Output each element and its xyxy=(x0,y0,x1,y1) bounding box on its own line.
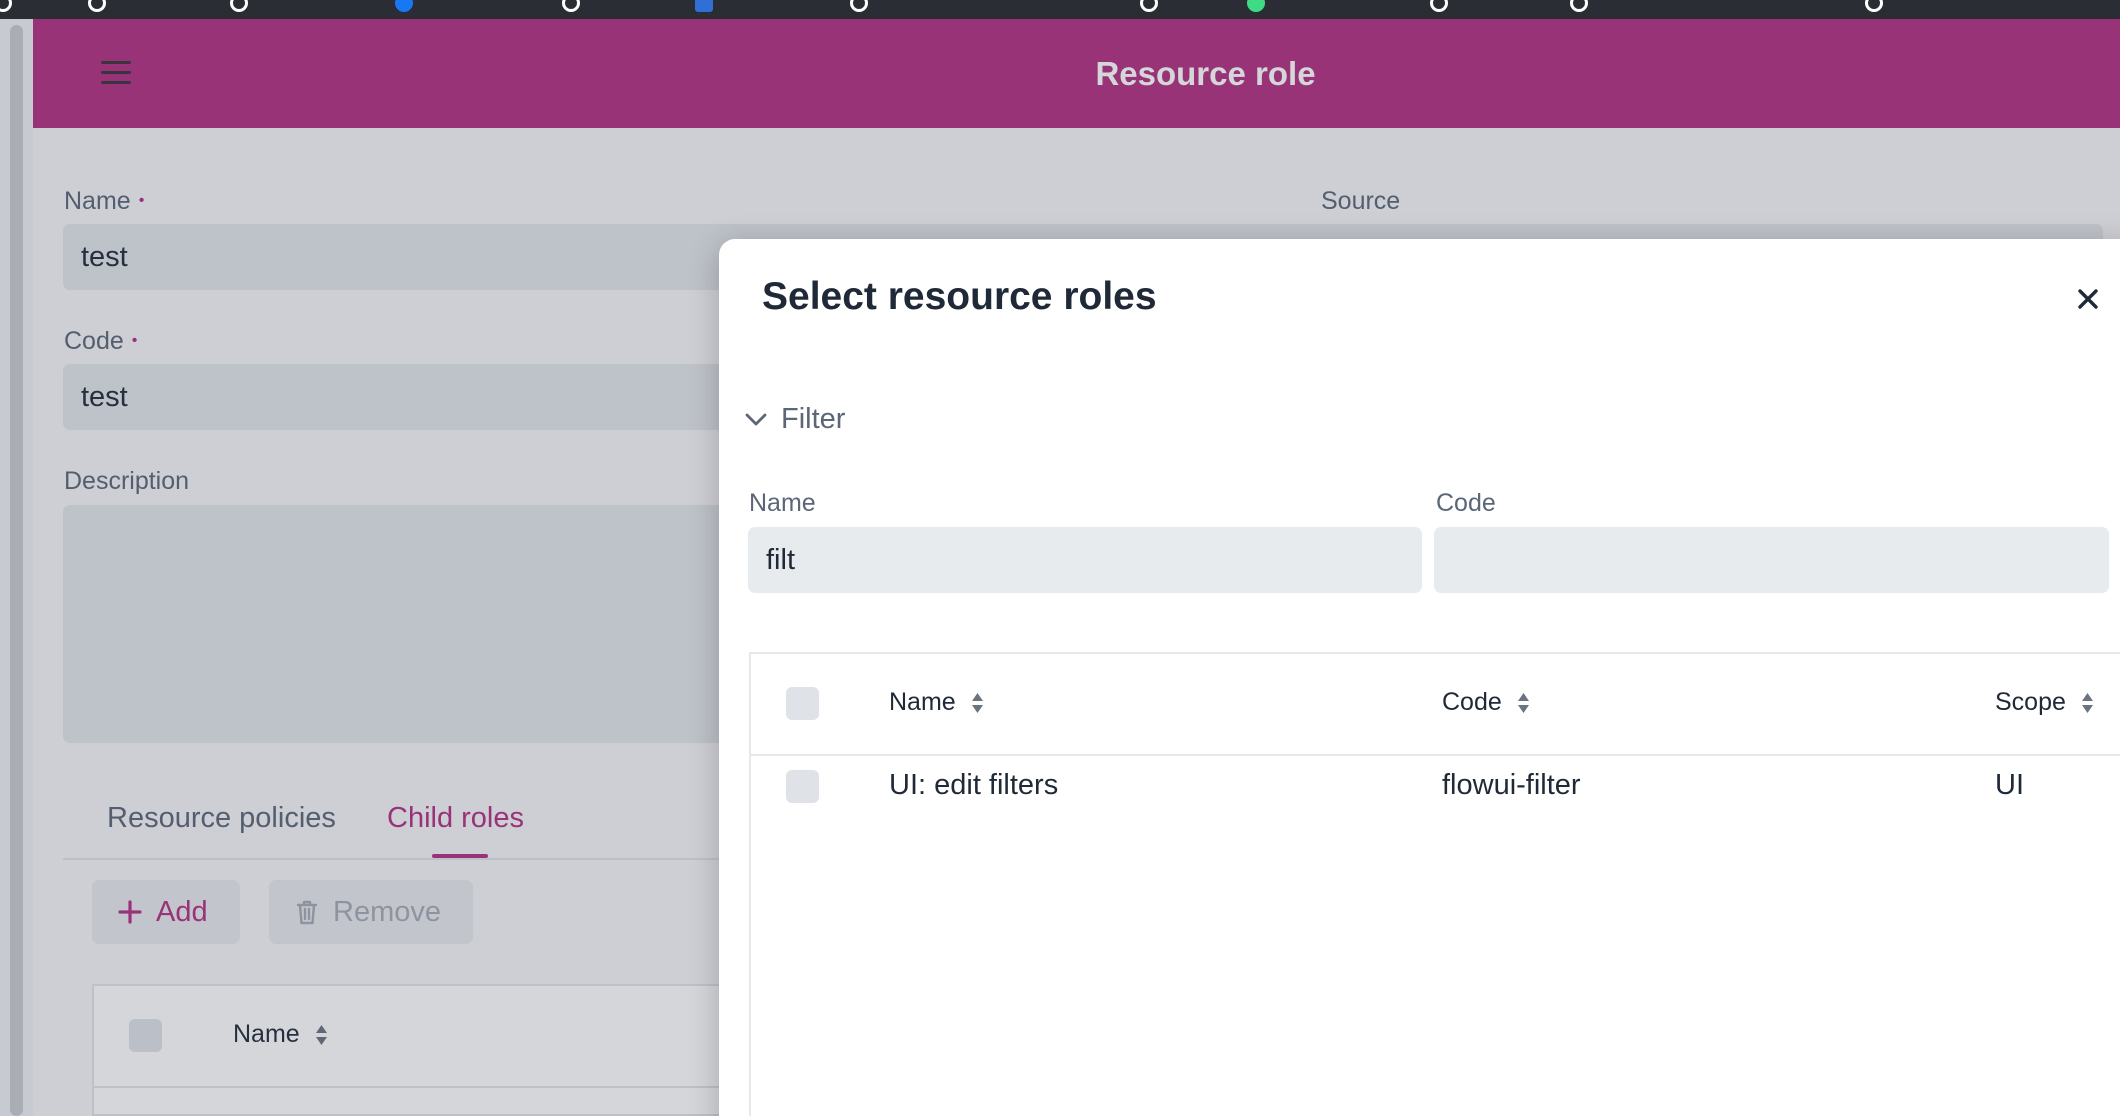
bookmark-icon[interactable] xyxy=(562,0,580,12)
sort-icon[interactable] xyxy=(971,692,984,714)
column-header-scope[interactable]: Scope xyxy=(1995,688,2094,717)
bookmark-icon[interactable] xyxy=(1140,0,1158,12)
filter-code-label: Code xyxy=(1436,489,1496,517)
browser-scrollbar[interactable] xyxy=(0,19,33,1116)
select-resource-roles-dialog: Select resource roles Filter Name filt C… xyxy=(719,239,2120,1116)
filter-label: Filter xyxy=(781,403,846,435)
chevron-down-icon xyxy=(745,413,767,427)
filter-name-label: Name xyxy=(749,489,816,517)
bookmark-icon[interactable] xyxy=(230,0,248,12)
column-header-code[interactable]: Code xyxy=(1442,688,1530,717)
dialog-title: Select resource roles xyxy=(762,275,1157,318)
column-header-name[interactable]: Name xyxy=(889,688,984,717)
facebook-bookmark-icon[interactable] xyxy=(395,0,413,12)
filter-code-input[interactable] xyxy=(1434,527,2109,593)
filter-name-input[interactable]: filt xyxy=(748,527,1422,593)
select-all-checkbox[interactable] xyxy=(786,687,819,720)
resource-roles-grid: Name Code Scope UI: edit filters flowui-… xyxy=(749,652,2120,1116)
bookmark-icon[interactable] xyxy=(850,0,868,12)
bookmark-icon[interactable] xyxy=(1570,0,1588,12)
close-icon xyxy=(2077,288,2099,315)
row-checkbox[interactable] xyxy=(786,770,819,803)
bookmark-icon[interactable] xyxy=(1247,0,1265,12)
bookmarks-bar xyxy=(0,0,2120,19)
bookmark-icon[interactable] xyxy=(88,0,106,12)
row-code-cell: flowui-filter xyxy=(1442,769,1581,801)
sort-icon[interactable] xyxy=(1517,692,1530,714)
scrollbar-thumb[interactable] xyxy=(10,25,23,1116)
bookmark-icon[interactable] xyxy=(1865,0,1883,12)
bookmark-icon[interactable] xyxy=(0,0,12,12)
app-window: Resource role Name • test Code • test Desc… xyxy=(33,19,2120,1116)
row-scope-cell: UI xyxy=(1995,769,2024,801)
row-name-cell: UI: edit filters xyxy=(889,769,1059,801)
linkedin-bookmark-icon[interactable] xyxy=(695,0,713,12)
sort-icon[interactable] xyxy=(2081,692,2094,714)
bookmark-icon[interactable] xyxy=(1430,0,1448,12)
close-button[interactable] xyxy=(2070,283,2106,319)
filter-toggle[interactable]: Filter xyxy=(745,403,845,436)
